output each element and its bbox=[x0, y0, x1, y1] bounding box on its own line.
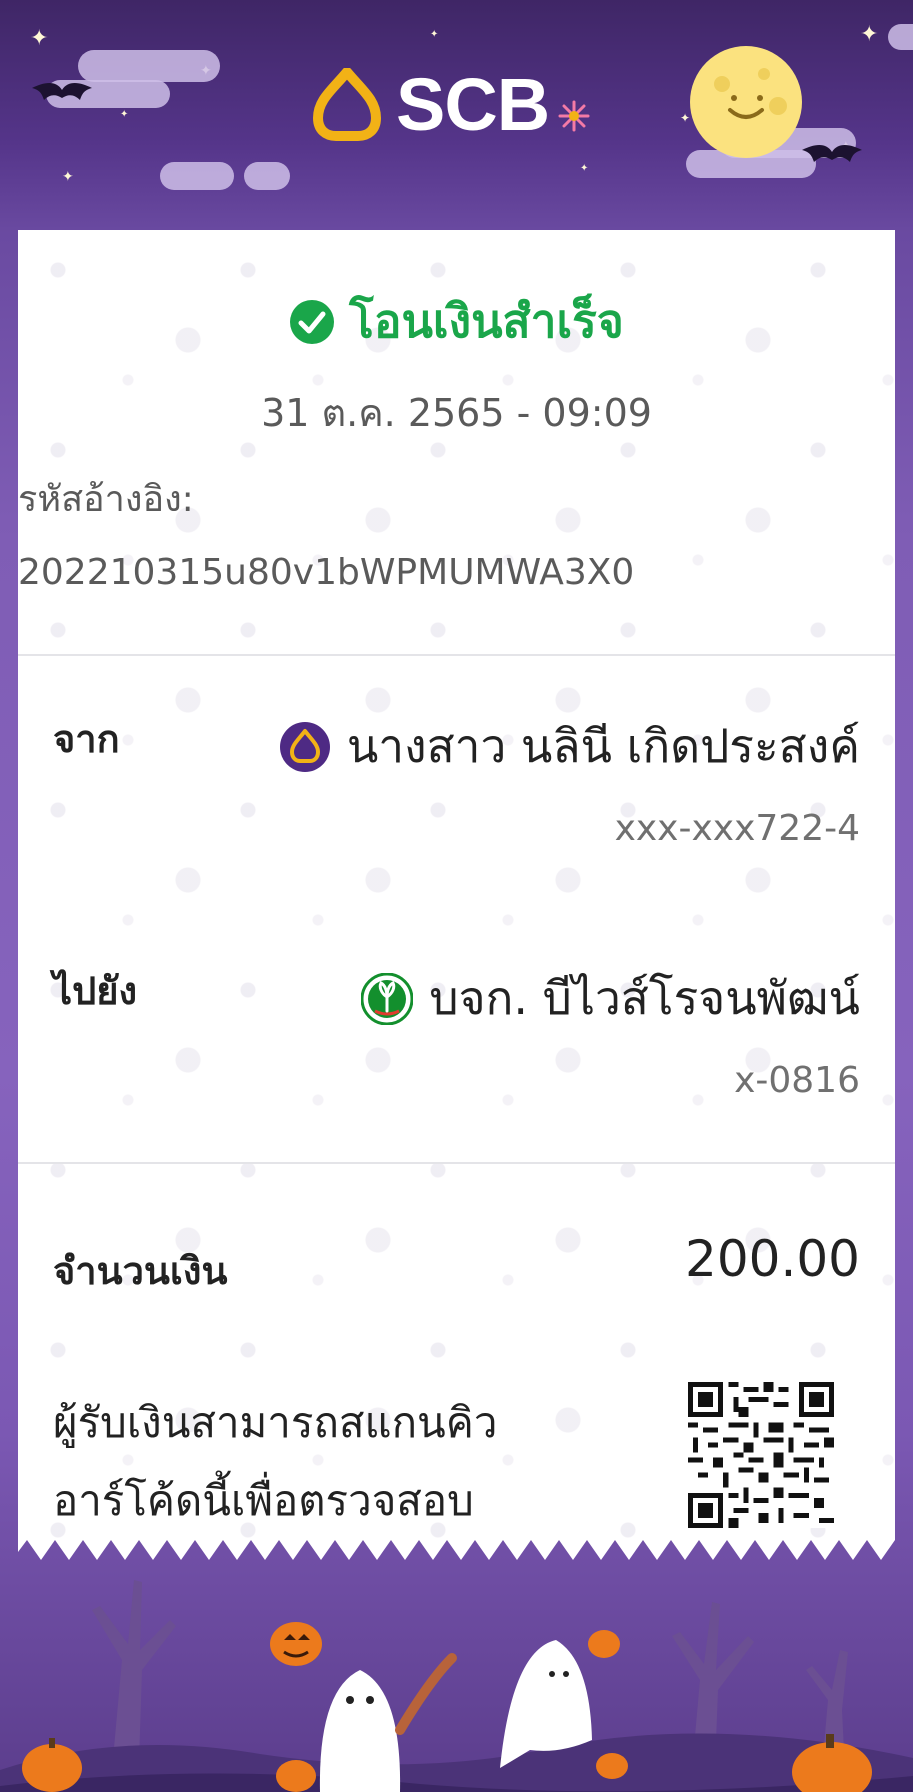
scb-wordmark: SCB bbox=[396, 63, 550, 146]
star-icon: ✦ bbox=[30, 26, 49, 51]
jack-o-lantern-icon bbox=[270, 1622, 322, 1666]
flower-icon bbox=[558, 100, 590, 131]
jack-o-lantern-icon bbox=[588, 1630, 620, 1658]
reference-label: รหัสอ้างอิง: bbox=[18, 479, 194, 520]
star-icon: ✦ bbox=[580, 163, 589, 174]
recipient-name: บจก. บีไวส์โรจนพัฒน์ bbox=[429, 971, 860, 1025]
halloween-header: ✦ ✦ ✦ ✦ ✦ ✦ ✦ ✦ ✦ SCB bbox=[0, 0, 913, 230]
recipient-account: x-0816 bbox=[734, 1060, 860, 1101]
halloween-ghost-scene bbox=[0, 1580, 913, 1792]
smiling-moon-icon bbox=[690, 46, 802, 158]
reference-value: 202210315u80v1bWPMUMWA3X0 bbox=[18, 552, 635, 593]
cloud bbox=[160, 162, 234, 190]
qr-note-line-2: อาร์โค้ดนี้เพื่อตรวจสอบ bbox=[53, 1476, 474, 1525]
check-circle-icon bbox=[290, 299, 335, 344]
sender: นางสาว นลินี เกิดประสงค์ bbox=[279, 710, 860, 783]
recipient-label: ไปยัง bbox=[53, 969, 138, 1013]
cloud bbox=[888, 24, 913, 50]
qr-note-line-1: ผู้รับเงินสามารถสแกนคิว bbox=[53, 1398, 498, 1447]
pumpkin-icon bbox=[596, 1753, 628, 1779]
kbank-bank-icon bbox=[361, 972, 414, 1025]
status-text: โอนเงินสำเร็จ bbox=[349, 294, 624, 348]
cloud bbox=[244, 162, 290, 190]
scb-logo: SCB bbox=[312, 62, 591, 147]
sender-label: จาก bbox=[53, 717, 120, 761]
star-icon: ✦ bbox=[430, 29, 439, 40]
transfer-status: โอนเงินสำเร็จ bbox=[18, 285, 895, 358]
cloud bbox=[78, 50, 220, 82]
transaction-datetime: 31 ต.ค. 2565 - 09:09 bbox=[261, 391, 652, 435]
transfer-receipt-card: โอนเงินสำเร็จ 31 ต.ค. 2565 - 09:09 รหัสอ… bbox=[18, 230, 895, 1540]
pumpkin-icon bbox=[276, 1760, 316, 1792]
star-icon: ✦ bbox=[680, 111, 691, 125]
amount-value: 200.00 bbox=[685, 1230, 860, 1288]
star-icon: ✦ bbox=[860, 22, 879, 47]
star-icon: ✦ bbox=[62, 169, 74, 185]
scb-bell-icon bbox=[313, 67, 381, 141]
bat-icon bbox=[32, 83, 92, 100]
sender-name: นางสาว นลินี เกิดประสงค์ bbox=[346, 719, 860, 773]
recipient: บจก. บีไวส์โรจนพัฒน์ bbox=[361, 962, 860, 1035]
verification-qr-code bbox=[688, 1382, 834, 1528]
sender-account: xxx-xxx722-4 bbox=[614, 808, 860, 849]
pumpkin-icon bbox=[22, 1738, 82, 1792]
amount-label: จำนวนเงิน bbox=[53, 1249, 228, 1293]
scb-bank-icon bbox=[279, 721, 330, 772]
star-icon: ✦ bbox=[120, 109, 129, 120]
divider bbox=[18, 1162, 895, 1164]
divider bbox=[18, 654, 895, 656]
